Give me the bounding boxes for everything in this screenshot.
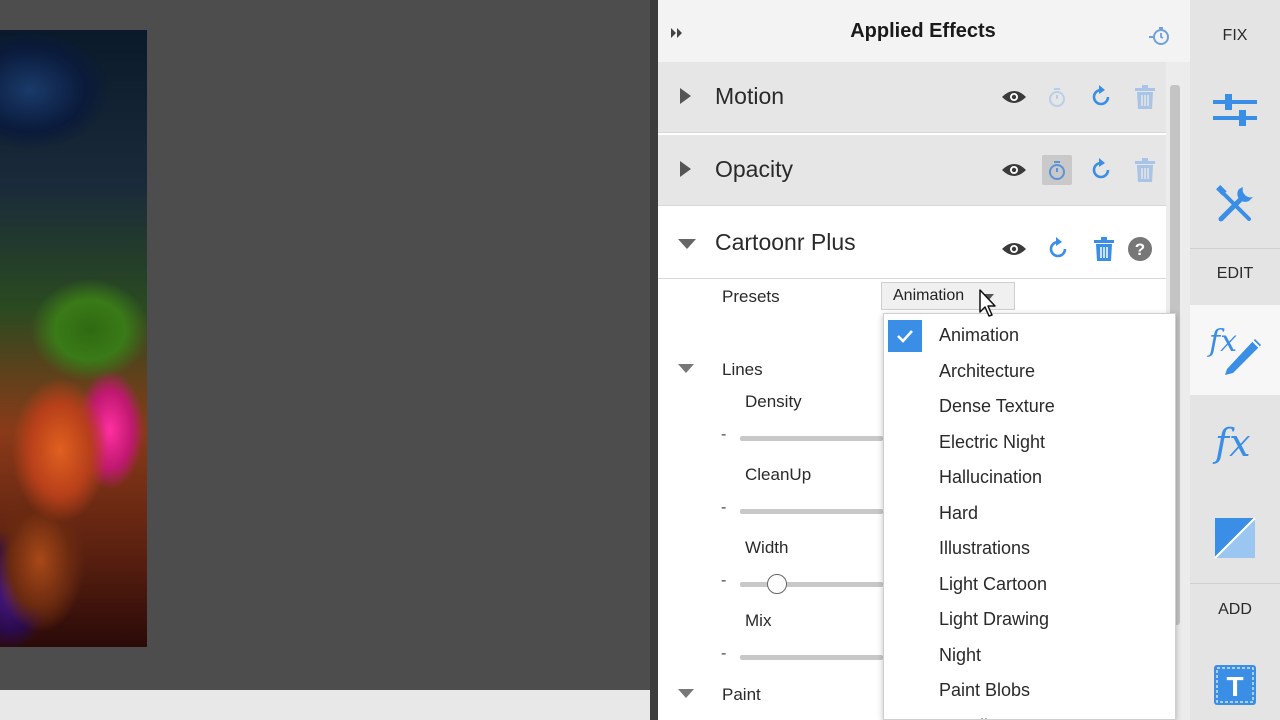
- expand-arrow-icon[interactable]: [680, 88, 691, 104]
- presets-selected-value: Animation: [893, 287, 965, 304]
- checkmark-icon: [888, 320, 922, 352]
- preset-menu-item-label: Hard: [939, 502, 979, 523]
- preset-menu-item[interactable]: Night: [884, 638, 1175, 673]
- preset-menu-item-label: Architecture: [939, 360, 1036, 381]
- keyframe-timer-icon[interactable]: [1147, 24, 1171, 48]
- preset-menu-item[interactable]: Hallucination: [884, 460, 1175, 495]
- mix-label: Mix: [745, 611, 772, 630]
- width-minus[interactable]: -: [721, 572, 726, 590]
- width-label: Width: [745, 538, 789, 557]
- panel-title: Applied Effects: [850, 20, 996, 42]
- svg-text:T: T: [1226, 671, 1243, 702]
- effect-row-cartoonr-plus[interactable]: Cartoonr Plus ?: [658, 208, 1166, 279]
- density-slider[interactable]: [740, 436, 883, 441]
- add-section-label[interactable]: ADD: [1190, 601, 1280, 619]
- preset-menu-item-label: Light Cartoon: [939, 573, 1048, 594]
- applied-effects-icon[interactable]: fx: [1190, 318, 1280, 378]
- preset-menu-item-label: Dense Texture: [939, 396, 1055, 416]
- mouse-cursor-icon: [978, 288, 1002, 320]
- mix-slider[interactable]: [740, 655, 883, 660]
- reset-icon[interactable]: [1045, 236, 1071, 262]
- density-minus[interactable]: -: [721, 426, 726, 444]
- preset-menu-item[interactable]: Light Cartoon: [884, 567, 1175, 602]
- preset-menu-item-label: Paint Blobs: [939, 680, 1031, 700]
- effect-label: Cartoonr Plus: [715, 229, 856, 255]
- width-slider[interactable]: [740, 582, 883, 587]
- help-icon[interactable]: ?: [1127, 236, 1153, 262]
- preset-menu-item-label: Illustrations: [939, 538, 1031, 558]
- preset-menu-item[interactable]: Paint Blobs: [884, 673, 1175, 708]
- collapse-arrow-icon[interactable]: [678, 239, 696, 249]
- keyframe-stopwatch-icon[interactable]: [1042, 155, 1072, 185]
- eye-icon[interactable]: [1001, 157, 1027, 183]
- eye-icon[interactable]: [1001, 84, 1027, 110]
- effect-label: Motion: [715, 83, 785, 109]
- cleanup-slider[interactable]: [740, 509, 883, 514]
- eye-icon[interactable]: [1001, 236, 1027, 262]
- paint-collapse-arrow-icon[interactable]: [678, 689, 694, 698]
- video-preview-frame: [0, 30, 147, 647]
- adjustments-icon[interactable]: [1190, 80, 1280, 140]
- cleanup-minus[interactable]: -: [721, 499, 726, 517]
- preset-menu-item-label: Hallucination: [939, 467, 1043, 487]
- toolbar-separator: [1190, 248, 1280, 249]
- preset-menu-item-label: Pencil Texture: [939, 716, 1052, 720]
- effect-row-opacity[interactable]: Opacity: [658, 135, 1166, 206]
- preset-menu-item-label: Animation: [939, 325, 1020, 345]
- expand-arrow-icon[interactable]: [680, 161, 691, 177]
- tools-icon[interactable]: [1190, 175, 1280, 235]
- title-text-icon[interactable]: T: [1190, 655, 1280, 715]
- edit-section-label[interactable]: EDIT: [1190, 265, 1280, 283]
- effect-row-motion[interactable]: Motion: [658, 62, 1166, 133]
- preset-menu-item[interactable]: Hard: [884, 496, 1175, 531]
- timeline-strip: [0, 690, 650, 720]
- preset-menu-item-label: Night: [939, 644, 982, 665]
- preset-menu-item[interactable]: Architecture: [884, 354, 1175, 389]
- svg-text:fx: fx: [1212, 421, 1251, 465]
- preset-menu-item[interactable]: Pencil Texture: [884, 709, 1175, 720]
- delete-icon[interactable]: [1132, 157, 1158, 183]
- lines-collapse-arrow-icon[interactable]: [678, 364, 694, 373]
- cleanup-label: CleanUp: [745, 465, 812, 484]
- fix-section-label[interactable]: FIX: [1190, 27, 1280, 45]
- mix-minus[interactable]: -: [721, 645, 726, 663]
- presets-menu: Animation Architecture Dense Texture Electr…: [883, 313, 1176, 720]
- svg-text:?: ?: [1135, 240, 1145, 259]
- effect-label: Opacity: [715, 156, 793, 182]
- presets-label: Presets: [722, 287, 780, 306]
- delete-icon[interactable]: [1132, 84, 1158, 110]
- collapse-panel-icon[interactable]: [668, 24, 688, 44]
- delete-icon[interactable]: [1091, 236, 1117, 262]
- paint-section-label: Paint: [722, 685, 761, 704]
- effects-fx-icon[interactable]: fx: [1190, 412, 1280, 472]
- keyframe-stopwatch-icon[interactable]: [1044, 84, 1070, 110]
- panel-divider[interactable]: [650, 0, 658, 720]
- svg-text:fx: fx: [1207, 324, 1237, 359]
- toolbar-separator: [1190, 583, 1280, 584]
- reset-icon[interactable]: [1088, 84, 1114, 110]
- preset-menu-item[interactable]: Animation: [884, 318, 1175, 353]
- density-label: Density: [745, 392, 802, 411]
- lines-section-label: Lines: [722, 360, 763, 379]
- preset-menu-item-label: Electric Night: [939, 431, 1046, 452]
- preset-menu-item-label: Light Drawing: [939, 609, 1050, 629]
- reset-icon[interactable]: [1088, 157, 1114, 183]
- preset-menu-item[interactable]: Illustrations: [884, 531, 1175, 566]
- preset-menu-item[interactable]: Light Drawing: [884, 602, 1175, 637]
- transitions-icon[interactable]: [1190, 508, 1280, 568]
- preset-menu-item[interactable]: Electric Night: [884, 425, 1175, 460]
- preset-menu-item[interactable]: Dense Texture: [884, 389, 1175, 424]
